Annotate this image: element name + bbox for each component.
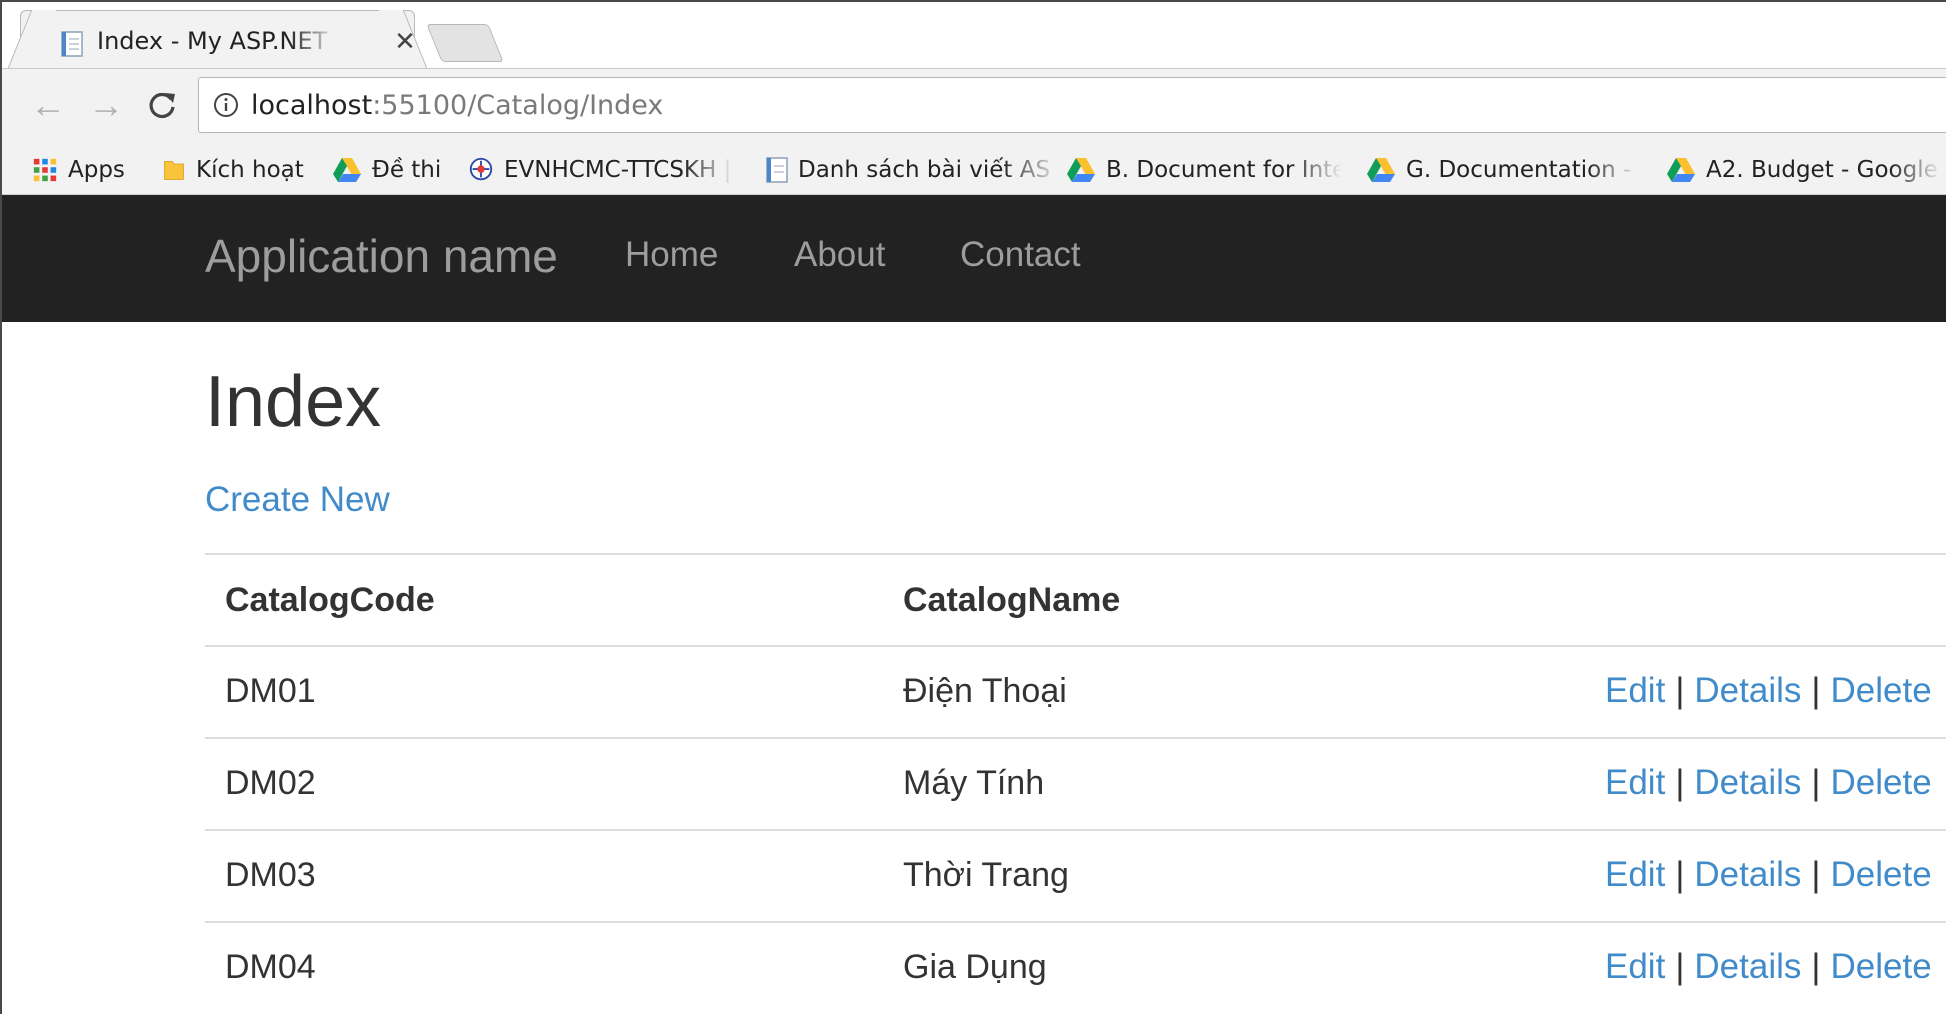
bookmark-label: Đề thi: [372, 156, 442, 183]
bookmark-document[interactable]: B. Document for Inter: [1066, 151, 1342, 187]
details-link[interactable]: Details: [1694, 763, 1801, 802]
edit-link[interactable]: Edit: [1605, 671, 1665, 710]
row-actions: Edit | Details | Delete: [1605, 671, 1932, 711]
bookmark-label: A2. Budget - Google: [1706, 156, 1938, 183]
apps-grid-icon: [33, 158, 57, 181]
google-drive-icon: [1367, 157, 1395, 182]
cell-catalog-name: Máy Tính: [903, 764, 1045, 802]
nav-about-link[interactable]: About: [794, 235, 885, 275]
bookmark-label: EVNHCMC-TTCSKH |: [504, 156, 732, 183]
brand-link[interactable]: Application name: [205, 229, 558, 283]
column-header-code: CatalogCode: [225, 581, 435, 619]
info-icon[interactable]: [213, 92, 239, 118]
url-text[interactable]: localhost:55100/Catalog/Index: [251, 90, 663, 121]
browser-toolbar: ← → localhost:55100/Catalog/Index: [2, 69, 1946, 143]
details-link[interactable]: Details: [1694, 671, 1801, 710]
nav-home-link[interactable]: Home: [625, 235, 718, 275]
bookmark-label: Apps: [68, 156, 125, 183]
cell-catalog-name: Gia Dụng: [903, 948, 1047, 986]
cell-catalog-code: DM02: [225, 764, 316, 802]
bookmark-danh-sach[interactable]: Danh sách bài viết AS: [766, 151, 1060, 187]
delete-link[interactable]: Delete: [1830, 947, 1931, 986]
evn-logo-icon: [469, 157, 493, 180]
bookmark-label: G. Documentation - C: [1406, 156, 1638, 183]
table-divider: [205, 737, 1946, 739]
create-new-link[interactable]: Create New: [205, 480, 390, 520]
site-navbar: Application name Home About Contact: [2, 195, 1946, 322]
page-icon: [766, 156, 788, 183]
folder-icon: [164, 160, 184, 180]
bookmark-label: Danh sách bài viết AS: [798, 156, 1051, 183]
bookmark-budget[interactable]: A2. Budget - Google: [1666, 151, 1942, 187]
edit-link[interactable]: Edit: [1605, 855, 1665, 894]
edit-link[interactable]: Edit: [1605, 947, 1665, 986]
table-divider: [205, 553, 1946, 555]
bookmark-kich-hoat[interactable]: Kích hoạt: [162, 151, 304, 187]
cell-catalog-name: Điện Thoại: [903, 672, 1067, 710]
page-title: Index: [205, 362, 382, 442]
action-separator: |: [1811, 671, 1821, 710]
cell-catalog-code: DM03: [225, 856, 316, 894]
table-divider: [205, 645, 1946, 647]
page-icon: [61, 31, 83, 57]
delete-link[interactable]: Delete: [1830, 671, 1931, 710]
bookmark-apps[interactable]: Apps: [32, 151, 125, 187]
reload-icon[interactable]: [142, 85, 182, 125]
address-bar[interactable]: localhost:55100/Catalog/Index: [198, 77, 1946, 133]
url-path: :55100/Catalog/Index: [372, 90, 664, 121]
table-divider: [205, 829, 1946, 831]
bookmark-de-thi[interactable]: Đề thi: [332, 151, 441, 187]
cell-catalog-code: DM01: [225, 672, 316, 710]
bookmark-label: Kích hoạt: [196, 156, 304, 183]
close-tab-icon[interactable]: ✕: [391, 25, 419, 57]
action-separator: |: [1675, 947, 1685, 986]
row-actions: Edit | Details | Delete: [1605, 947, 1932, 987]
tab-title: Index - My ASP.NET Application: [97, 27, 337, 55]
table-divider: [205, 921, 1946, 923]
bookmark-label: B. Document for Inter: [1106, 156, 1342, 183]
action-separator: |: [1675, 855, 1685, 894]
tab-strip: Index - My ASP.NET Application ✕: [2, 2, 1946, 69]
cell-catalog-name: Thời Trang: [903, 856, 1069, 894]
row-actions: Edit | Details | Delete: [1605, 763, 1932, 803]
details-link[interactable]: Details: [1694, 947, 1801, 986]
action-separator: |: [1811, 763, 1821, 802]
action-separator: |: [1675, 763, 1685, 802]
google-drive-icon: [1067, 157, 1095, 182]
details-link[interactable]: Details: [1694, 855, 1801, 894]
browser-tab[interactable]: Index - My ASP.NET Application ✕: [20, 10, 416, 69]
delete-link[interactable]: Delete: [1830, 763, 1931, 802]
edit-link[interactable]: Edit: [1605, 763, 1665, 802]
google-drive-icon: [333, 157, 361, 182]
row-actions: Edit | Details | Delete: [1605, 855, 1932, 895]
forward-arrow-icon[interactable]: →: [86, 85, 126, 125]
nav-contact-link[interactable]: Contact: [960, 235, 1081, 275]
new-tab-button[interactable]: [426, 24, 504, 62]
action-separator: |: [1811, 947, 1821, 986]
url-host: localhost: [251, 90, 373, 121]
action-separator: |: [1811, 855, 1821, 894]
browser-window: Index - My ASP.NET Application ✕ ← → loc…: [0, 0, 1946, 1014]
bookmarks-bar: Apps Kích hoạt Đề thi EVNHCMC-TTCSKH | D…: [2, 143, 1946, 195]
action-separator: |: [1675, 671, 1685, 710]
cell-catalog-code: DM04: [225, 948, 316, 986]
bookmark-documentation[interactable]: G. Documentation - C: [1366, 151, 1638, 187]
back-arrow-icon[interactable]: ←: [28, 85, 68, 125]
bookmark-evnhcmc[interactable]: EVNHCMC-TTCSKH |: [468, 151, 734, 187]
column-header-name: CatalogName: [903, 581, 1121, 619]
google-drive-icon: [1667, 157, 1695, 182]
delete-link[interactable]: Delete: [1830, 855, 1931, 894]
